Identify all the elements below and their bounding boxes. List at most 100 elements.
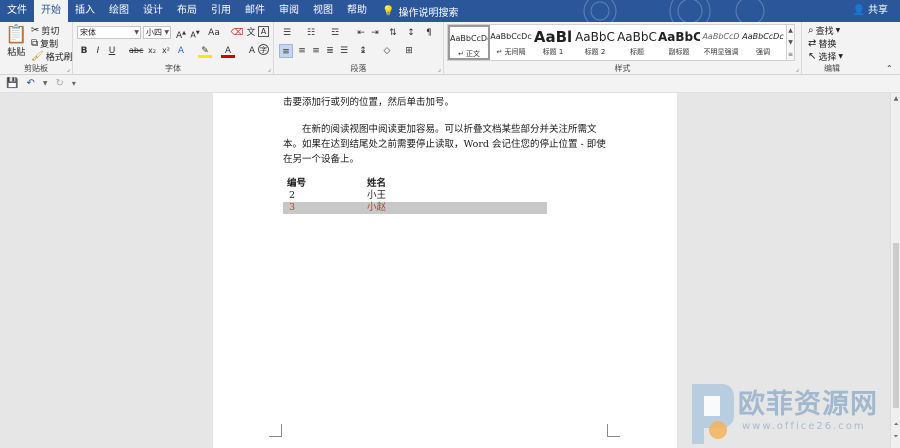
tab-review[interactable]: 审阅 — [272, 0, 306, 22]
scroll-up-icon[interactable]: ▲ — [891, 95, 900, 105]
font-size-combo[interactable]: 小四 ▼ — [143, 26, 171, 39]
customize-toolbar-icon[interactable]: ▾ — [72, 79, 76, 88]
show-marks-icon[interactable]: ¶ — [422, 26, 436, 40]
text-effects-icon[interactable]: A — [174, 44, 188, 58]
bullets-icon[interactable]: ☰ — [280, 26, 294, 40]
chevron-down-icon: ▼ — [835, 27, 841, 34]
decrease-indent-icon[interactable]: ⇤ — [354, 26, 368, 40]
tab-help[interactable]: 帮助 — [340, 0, 374, 22]
borders-icon[interactable]: ⊞ — [402, 44, 416, 58]
style-subtitle[interactable]: AaBbC 副标题 — [658, 25, 700, 60]
dialog-launcher-icon[interactable]: ⌟ — [796, 65, 799, 73]
paragraph-group: ☰ ☷ ☲ ⇤ ⇥ ⇅ ↕ ¶ ≡ ≡ ≡ ≣ ☰ ↨ ◇ ⊞ 段落 ⌟ — [274, 22, 444, 75]
align-left-icon[interactable]: ≡ — [279, 44, 293, 58]
style-preview: AaBbCcDc — [490, 32, 532, 41]
style-heading-2[interactable]: AaBbC 标题 2 — [574, 25, 616, 60]
increase-indent-icon[interactable]: ⇥ — [368, 26, 382, 40]
style-subtle-emphasis[interactable]: AaBbCcD 不明显强调 — [700, 25, 742, 60]
styles-gallery-scroll[interactable]: ▲ ▼ ≡ — [786, 24, 795, 61]
justify-icon[interactable]: ≣ — [323, 44, 337, 58]
find-button[interactable]: ⌕ 查找 ▼ — [808, 24, 840, 37]
shading-icon[interactable]: ◇ — [380, 44, 394, 58]
paragraph-body: 在新的阅读视图中阅读更加容易。可以折叠文档某些部分并关注所需文本。如果在达到结尾… — [283, 124, 606, 165]
tab-insert[interactable]: 插入 — [68, 0, 102, 22]
table-cell: 3 — [289, 202, 296, 213]
share-button[interactable]: 👤 共享 — [853, 0, 888, 22]
document-table: 编号 姓名 2 小王 3 小赵 — [283, 178, 547, 214]
style-preview: AaBbCcDc — [450, 34, 488, 43]
undo-icon[interactable]: ↶ — [26, 78, 34, 89]
grow-font-icon[interactable]: A▲ — [174, 26, 188, 41]
dialog-launcher-icon[interactable]: ⌟ — [67, 65, 70, 73]
distributed-icon[interactable]: ☰ — [337, 44, 351, 58]
character-shading-icon[interactable]: A — [245, 44, 259, 58]
style-name: ↵ 正文 — [457, 50, 481, 58]
font-name-combo[interactable]: 宋体 ▼ — [77, 26, 141, 39]
lightbulb-icon: 💡 — [382, 5, 395, 17]
bold-icon[interactable]: B — [77, 44, 91, 58]
underline-icon[interactable]: U — [105, 44, 119, 58]
tab-mailings[interactable]: 邮件 — [238, 0, 272, 22]
tell-me-search[interactable]: 💡 操作说明搜索 — [374, 4, 458, 19]
styles-gallery: AaBbCcDc ↵ 正文 AaBbCcDc ↵ 无间隔 AaBl 标题 1 A… — [447, 24, 794, 61]
chinese-layout-icon[interactable]: ⇅ — [386, 26, 400, 40]
save-icon[interactable]: 💾 — [6, 78, 18, 89]
enclose-characters-icon[interactable]: 字 — [258, 44, 269, 55]
character-border-icon[interactable]: A — [258, 26, 269, 37]
dialog-launcher-icon[interactable]: ⌟ — [268, 65, 271, 73]
format-painter-button[interactable]: 🖌 格式刷 — [31, 50, 73, 63]
strikethrough-icon[interactable]: abc — [129, 44, 143, 58]
phonetic-guide-icon[interactable]: 文 — [244, 26, 258, 40]
tab-file[interactable]: 文件 — [0, 0, 34, 22]
clear-formatting-icon[interactable]: ⌫ — [230, 26, 244, 40]
superscript-icon[interactable]: x² — [159, 44, 173, 58]
style-normal[interactable]: AaBbCcDc ↵ 正文 — [448, 25, 490, 60]
paste-button[interactable]: 📋 粘贴 — [5, 25, 27, 59]
font-color-icon[interactable]: A — [221, 44, 235, 58]
italic-icon[interactable]: I — [91, 44, 105, 58]
style-preview: AaBbCcDc — [742, 32, 784, 41]
align-center-icon[interactable]: ≡ — [295, 44, 309, 58]
dialog-launcher-icon[interactable]: ⌟ — [438, 65, 441, 73]
style-heading-1[interactable]: AaBl 标题 1 — [532, 25, 574, 60]
shrink-font-icon[interactable]: A▼ — [188, 26, 202, 40]
replace-button[interactable]: ⇄ 替换 — [808, 37, 836, 50]
numbering-icon[interactable]: ☷ — [304, 26, 318, 40]
style-title[interactable]: AaBbC 标题 — [616, 25, 658, 60]
chevron-down-icon[interactable]: ▼ — [43, 80, 48, 87]
find-label: 查找 — [815, 27, 834, 37]
cut-button[interactable]: ✂ 剪切 — [31, 24, 59, 37]
redo-icon[interactable]: ↻ — [55, 78, 63, 89]
line-spacing-icon[interactable]: ↨ — [356, 44, 370, 58]
align-right-icon[interactable]: ≡ — [309, 44, 323, 58]
table-cell: 2 — [289, 190, 296, 201]
style-emphasis[interactable]: AaBbCcDc 强调 — [742, 25, 784, 60]
style-name: 强调 — [756, 48, 770, 56]
cursor-icon: ↖ — [808, 50, 817, 62]
tab-design[interactable]: 设计 — [136, 0, 170, 22]
tab-draw[interactable]: 绘图 — [102, 0, 136, 22]
page-corner-mark — [269, 424, 282, 437]
chevron-down-icon: ▼ — [838, 53, 844, 60]
table-header-row: 编号 姓名 — [283, 178, 547, 190]
paragraph-line: 击要添加行或列的位置，然后单击加号。 — [283, 97, 455, 108]
copy-button[interactable]: ⧉ 复制 — [31, 37, 58, 50]
sort-icon[interactable]: ↕ — [404, 26, 418, 40]
style-preview: AaBbCcD — [702, 32, 740, 41]
highlighter-icon[interactable]: ✎ — [198, 44, 212, 58]
tab-layout[interactable]: 布局 — [170, 0, 204, 22]
tab-home[interactable]: 开始 — [34, 0, 68, 22]
tab-view[interactable]: 视图 — [306, 0, 340, 22]
multilevel-list-icon[interactable]: ☲ — [328, 26, 342, 40]
select-button[interactable]: ↖ 选择 ▼ — [808, 50, 843, 63]
tab-references[interactable]: 引用 — [204, 0, 238, 22]
subscript-icon[interactable]: x₂ — [145, 44, 159, 58]
collapse-ribbon-icon[interactable]: ⌃ — [886, 64, 893, 73]
table-cell: 小赵 — [367, 202, 387, 213]
change-case-icon[interactable]: Aa — [205, 26, 223, 40]
copy-label: 复制 — [40, 40, 59, 50]
watermark-text: 欧菲资源网 — [738, 389, 878, 420]
style-no-spacing[interactable]: AaBbCcDc ↵ 无间隔 — [490, 25, 532, 60]
document-page[interactable]: 击要添加行或列的位置，然后单击加号。 在新的阅读视图中阅读更加容易。可以折叠文档… — [213, 93, 677, 448]
select-label: 选择 — [818, 53, 837, 63]
